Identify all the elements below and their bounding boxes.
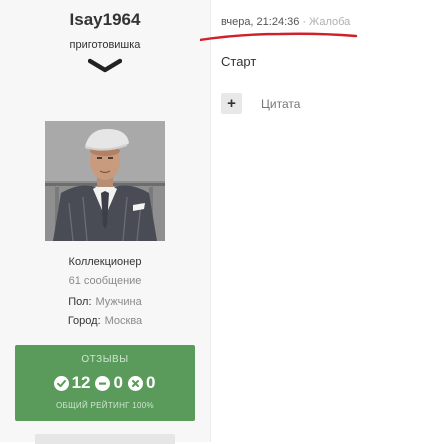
chevron-down-icon[interactable] bbox=[87, 58, 123, 79]
author-panel: Isay1964 приготовишка Коллекционер 61 со… bbox=[0, 0, 211, 444]
reputation-negative: 0 bbox=[145, 373, 156, 392]
author-field-gender: Пол: Мужчина bbox=[0, 296, 210, 308]
red-underline-annotation bbox=[198, 29, 360, 48]
reputation-counts: 12 0 0 bbox=[15, 372, 195, 394]
reputation-box[interactable]: ОТЗЫВЫ 12 0 0 ОБЩИЙ РЕЙТИНГ 100% bbox=[15, 345, 195, 421]
author-field-city: Город: Москва bbox=[0, 315, 210, 327]
minus-circle-icon bbox=[95, 375, 111, 391]
city-value: Москва bbox=[104, 315, 143, 327]
gender-value: Мужчина bbox=[95, 296, 142, 308]
reputation-title: ОТЗЫВЫ bbox=[81, 354, 129, 365]
reputation-neutral: 0 bbox=[113, 373, 123, 392]
quote-button[interactable]: Цитата bbox=[261, 97, 300, 111]
city-label: Город: bbox=[67, 315, 101, 327]
plus-button[interactable]: + bbox=[221, 93, 242, 114]
reputation-positive: 12 bbox=[71, 373, 91, 392]
author-rank: Коллекционер bbox=[68, 256, 142, 268]
times-circle-icon bbox=[127, 375, 143, 391]
author-post-count[interactable]: 61 сообщение bbox=[0, 275, 210, 287]
meta-separator: · bbox=[302, 16, 307, 28]
post-meta: вчера, 21:24:36 · Жалоба bbox=[221, 16, 350, 28]
reputation-overall: ОБЩИЙ РЕЙТИНГ 100% bbox=[56, 401, 154, 410]
author-avatar[interactable] bbox=[45, 121, 165, 241]
gender-label: Пол: bbox=[68, 296, 92, 308]
post-content: Старт bbox=[221, 54, 257, 69]
report-link[interactable]: Жалоба bbox=[309, 16, 350, 28]
post-date[interactable]: вчера, 21:24:36 bbox=[221, 16, 299, 28]
next-panel-stub bbox=[35, 434, 175, 444]
author-username[interactable]: Isay1964 bbox=[0, 10, 210, 30]
author-title: приготовишка bbox=[69, 39, 141, 51]
check-circle-icon bbox=[53, 375, 69, 391]
